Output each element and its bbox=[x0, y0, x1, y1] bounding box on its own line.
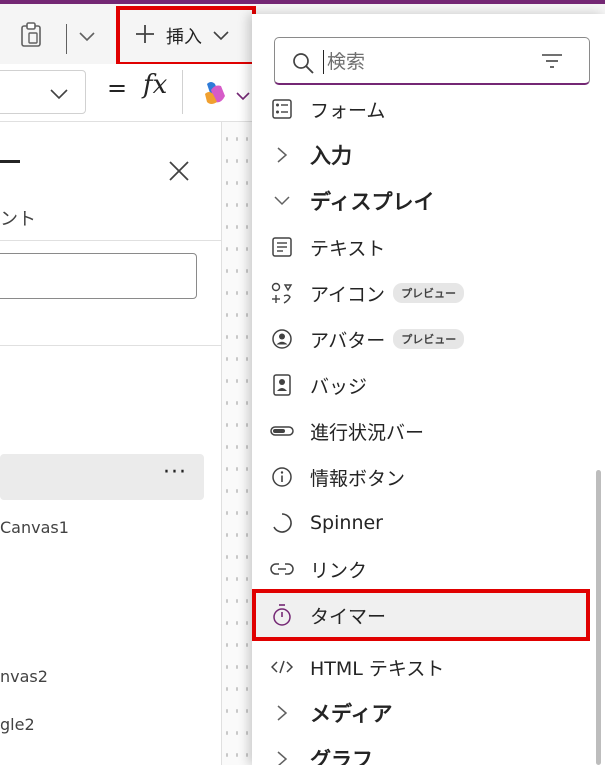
form-icon bbox=[270, 97, 294, 121]
list-item-html-text[interactable]: HTML テキスト bbox=[252, 644, 592, 690]
html-icon bbox=[270, 655, 294, 679]
list-item-link[interactable]: リンク bbox=[252, 546, 592, 592]
list-item-label: テキスト bbox=[310, 237, 386, 260]
category-label: メディア bbox=[310, 702, 393, 726]
divider bbox=[0, 240, 222, 241]
list-item-label: 情報ボタン bbox=[310, 467, 406, 490]
category-label: グラフ bbox=[310, 748, 373, 765]
control-list: フォーム 入力 ディスプレイ テキスト アイコン プレビュー アバター プレビュ… bbox=[252, 94, 605, 765]
copilot-icon bbox=[201, 80, 229, 110]
spinner-icon bbox=[270, 511, 294, 535]
more-options-icon[interactable]: ··· bbox=[163, 460, 187, 485]
divider bbox=[0, 345, 222, 346]
category-input[interactable]: 入力 bbox=[252, 132, 592, 178]
chevron-right-icon bbox=[270, 747, 294, 765]
search-icon bbox=[291, 51, 315, 79]
chevron-down-icon[interactable] bbox=[78, 28, 96, 47]
category-display[interactable]: ディスプレイ bbox=[252, 178, 592, 224]
list-item-label: HTML テキスト bbox=[310, 657, 445, 680]
list-item-label: フォーム bbox=[310, 99, 386, 122]
fx-icon[interactable]: fx bbox=[143, 70, 167, 100]
text-icon bbox=[270, 235, 294, 259]
close-icon[interactable] bbox=[166, 158, 192, 188]
tree-search-input[interactable] bbox=[0, 253, 197, 299]
flyout-search-input[interactable] bbox=[327, 48, 527, 76]
badge-icon bbox=[270, 373, 294, 397]
list-item-label-wrap: アイコン プレビュー bbox=[310, 280, 465, 307]
avatar-icon bbox=[270, 327, 294, 351]
copilot-button[interactable] bbox=[182, 70, 262, 114]
list-item-progress-bar[interactable]: 進行状況バー bbox=[252, 408, 592, 454]
equals-sign: = bbox=[107, 74, 128, 102]
category-chart[interactable]: グラフ bbox=[252, 736, 592, 765]
panel-title-fragment bbox=[0, 160, 20, 163]
filter-icon[interactable] bbox=[541, 53, 563, 73]
list-item-label: バッジ bbox=[310, 375, 368, 398]
category-label: ディスプレイ bbox=[310, 190, 435, 214]
chevron-down-icon bbox=[235, 86, 251, 105]
list-item-icons[interactable]: アイコン プレビュー bbox=[252, 270, 592, 316]
chevron-down-icon bbox=[212, 26, 230, 47]
list-item-label: 進行状況バー bbox=[310, 421, 425, 444]
chevron-right-icon bbox=[270, 143, 294, 167]
chevron-right-icon bbox=[270, 701, 294, 725]
info-icon bbox=[270, 465, 294, 489]
list-item-label-wrap: アバター プレビュー bbox=[310, 326, 465, 353]
chevron-down-icon bbox=[49, 85, 69, 104]
list-item-label: タイマー bbox=[310, 605, 387, 628]
panel-subtitle: ント bbox=[0, 209, 36, 230]
flyout-scrollbar[interactable] bbox=[596, 470, 601, 765]
canvas-area[interactable] bbox=[222, 122, 252, 765]
text-cursor bbox=[323, 50, 324, 74]
clipboard-icon[interactable] bbox=[20, 22, 42, 52]
icons-icon bbox=[270, 281, 294, 305]
flyout-search-box[interactable] bbox=[274, 37, 590, 85]
list-item-info-button[interactable]: 情報ボタン bbox=[252, 454, 592, 500]
list-item-badge[interactable]: バッジ bbox=[252, 362, 592, 408]
list-item-avatar[interactable]: アバター プレビュー bbox=[252, 316, 592, 362]
preview-badge: プレビュー bbox=[393, 283, 465, 303]
plus-icon bbox=[134, 23, 156, 50]
category-media[interactable]: メディア bbox=[252, 690, 592, 736]
insert-button[interactable]: 挿入 bbox=[116, 6, 256, 66]
category-label: 入力 bbox=[310, 144, 352, 168]
insert-flyout-panel: フォーム 入力 ディスプレイ テキスト アイコン bbox=[252, 14, 605, 765]
toolbar-separator bbox=[66, 24, 67, 54]
list-item-label: アイコン bbox=[310, 283, 386, 306]
progress-bar-icon bbox=[270, 419, 294, 443]
list-item-spinner[interactable]: Spinner bbox=[252, 500, 592, 546]
list-item-timer[interactable]: タイマー bbox=[252, 589, 590, 641]
chevron-down-icon bbox=[270, 189, 294, 213]
list-item-label: Spinner bbox=[310, 512, 383, 534]
list-item-form[interactable]: フォーム bbox=[252, 94, 592, 132]
link-icon bbox=[270, 557, 294, 581]
property-dropdown[interactable] bbox=[0, 70, 86, 114]
insert-button-label: 挿入 bbox=[166, 27, 202, 48]
tree-item[interactable]: gle2 bbox=[0, 715, 35, 734]
preview-badge: プレビュー bbox=[393, 329, 465, 349]
list-item-label: リンク bbox=[310, 559, 368, 582]
timer-icon bbox=[270, 603, 294, 627]
tree-item[interactable]: Canvas1 bbox=[0, 518, 69, 537]
list-item-label: アバター bbox=[310, 329, 386, 352]
list-item-text[interactable]: テキスト bbox=[252, 224, 592, 270]
tree-item[interactable]: nvas2 bbox=[0, 667, 48, 686]
